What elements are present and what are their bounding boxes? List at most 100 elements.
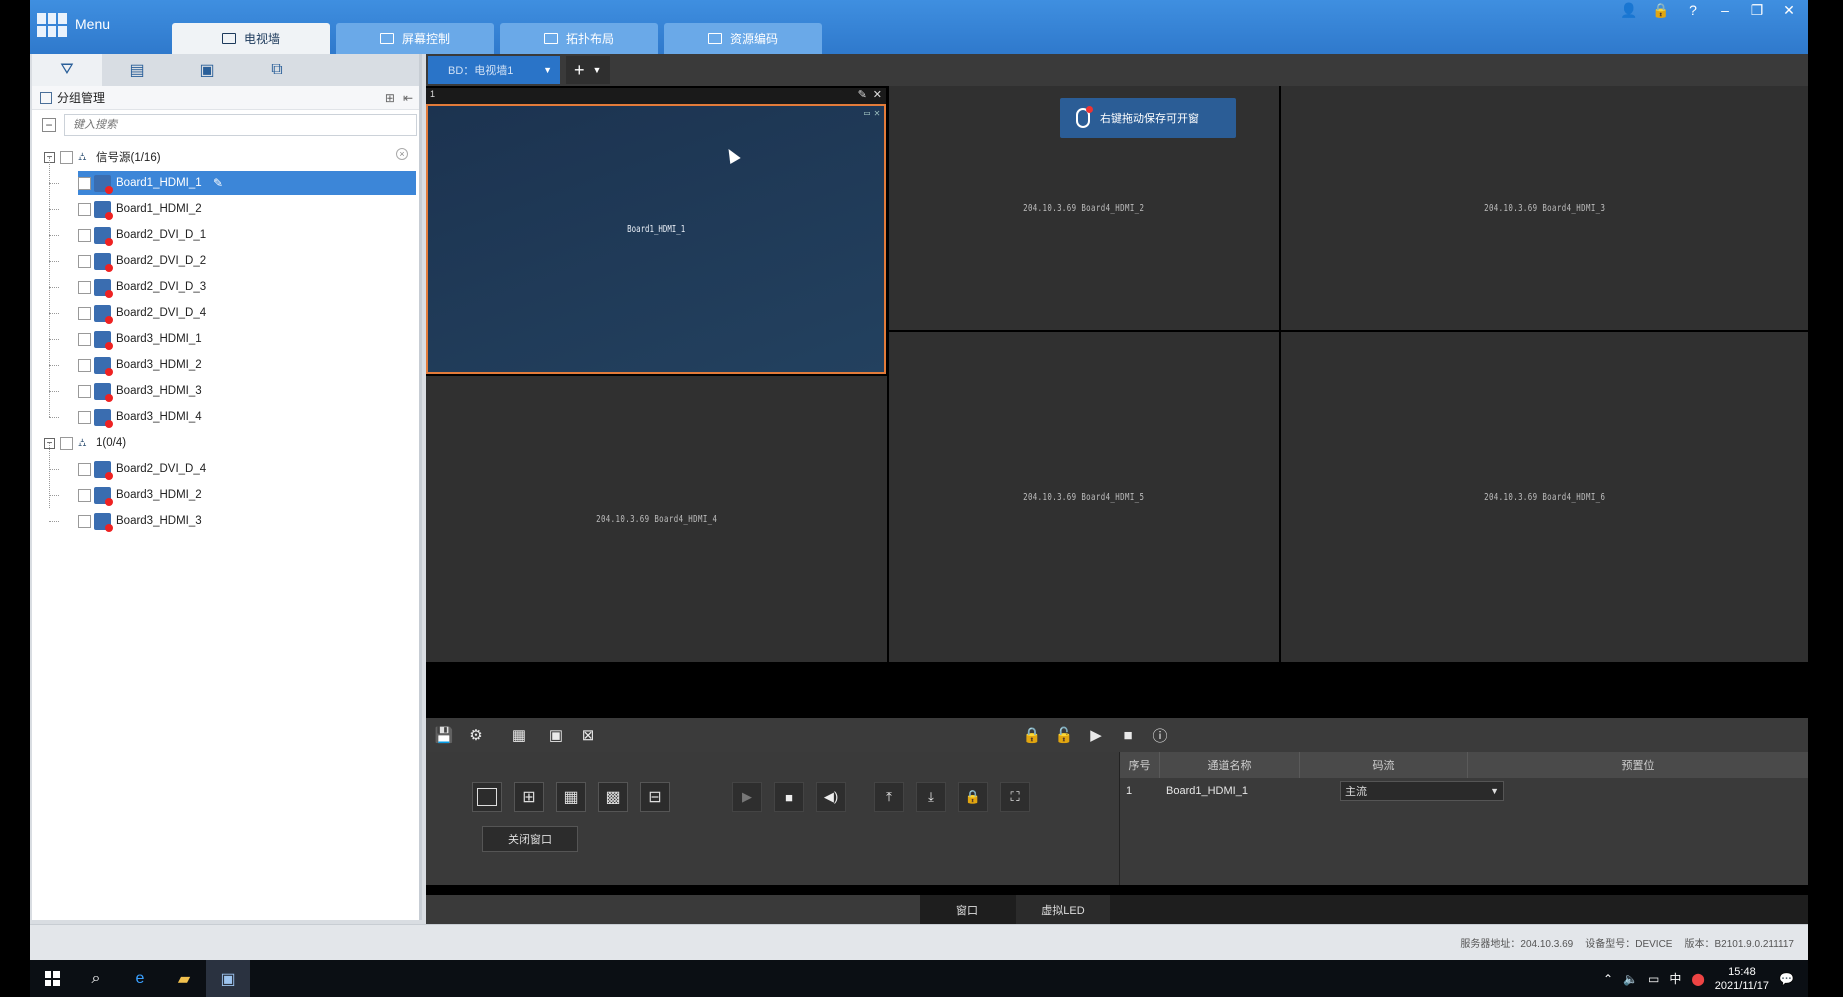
clock[interactable]: 15:48 2021/11/17 bbox=[1715, 965, 1769, 993]
camera-list-icon[interactable]: ▤ bbox=[102, 54, 172, 86]
item-checkbox[interactable] bbox=[78, 332, 91, 346]
tree-item[interactable]: Board2_DVI_D_4 bbox=[32, 300, 419, 326]
tree-item[interactable]: Board1_HDMI_2 bbox=[32, 196, 419, 222]
audio-button[interactable]: ◀) bbox=[816, 782, 846, 812]
tree-item[interactable]: Board3_HDMI_2 bbox=[32, 482, 419, 508]
close-window-button[interactable]: 关闭窗口 bbox=[482, 826, 578, 852]
tree-item[interactable]: Board2_DVI_D_4 bbox=[32, 456, 419, 482]
unlock-icon[interactable]: 🔓 bbox=[1054, 725, 1074, 745]
menu-label[interactable]: Menu bbox=[75, 16, 110, 32]
group-checkbox[interactable] bbox=[60, 150, 73, 164]
lock-icon[interactable]: 🔒 bbox=[1652, 2, 1670, 19]
save-icon[interactable]: 💾 bbox=[434, 725, 454, 745]
stop-icon[interactable]: ■ bbox=[1118, 725, 1138, 745]
menu-grid-icon[interactable] bbox=[37, 13, 67, 37]
item-checkbox[interactable] bbox=[78, 228, 91, 242]
tree-item[interactable]: Board2_DVI_D_1 bbox=[32, 222, 419, 248]
tab-resource[interactable]: 资源编码 bbox=[664, 23, 822, 54]
app-taskbar-icon[interactable]: ▣ bbox=[206, 960, 250, 997]
tree-item[interactable]: Board3_HDMI_2 bbox=[32, 352, 419, 378]
tree-item[interactable]: Board2_DVI_D_2 bbox=[32, 248, 419, 274]
browser-icon[interactable]: e bbox=[118, 960, 162, 997]
layout-2x2-button[interactable]: ⊞ bbox=[514, 782, 544, 812]
search-input[interactable] bbox=[64, 114, 417, 136]
lock-button[interactable]: 🔒 bbox=[958, 782, 988, 812]
volume-icon[interactable]: 🔈 bbox=[1623, 972, 1638, 986]
tab-tv-wall[interactable]: 电视墙 bbox=[172, 23, 330, 54]
open-window[interactable]: 1 ✎ ✕ Board1_HDMI_1 ▭ ✕ bbox=[426, 88, 886, 374]
send-to-bottom-button[interactable]: ⤓ bbox=[916, 782, 946, 812]
wall-cell[interactable]: 204.10.3.69 Board4_HDMI_6 bbox=[1281, 332, 1808, 662]
tv-wall[interactable]: 204.10.3.69 Board4_HDMI_2 204.10.3.69 Bo… bbox=[426, 86, 1808, 662]
collapse-panel-icon[interactable]: ⇤ bbox=[403, 91, 413, 105]
help-icon[interactable]: ? bbox=[1684, 2, 1702, 19]
wall-tab[interactable]: BD：电视墙1 ▼ bbox=[428, 56, 560, 84]
stop-button[interactable]: ■ bbox=[774, 782, 804, 812]
tree-item[interactable]: Board1_HDMI_1 ✎ bbox=[32, 170, 419, 196]
window-body[interactable]: Board1_HDMI_1 ▭ ✕ bbox=[426, 104, 886, 374]
wall-cell[interactable]: 204.10.3.69 Board4_HDMI_4 bbox=[426, 376, 887, 662]
tree-group[interactable]: − ⛼ 1(0/4) bbox=[32, 430, 419, 456]
item-checkbox[interactable] bbox=[78, 202, 91, 216]
ime-indicator[interactable]: 中 bbox=[1669, 970, 1681, 987]
user-icon[interactable]: 👤 bbox=[1620, 2, 1638, 19]
layout-3x3-button[interactable]: ▦ bbox=[556, 782, 586, 812]
close-button[interactable]: ✕ bbox=[1780, 2, 1798, 19]
item-checkbox[interactable] bbox=[78, 306, 91, 320]
notification-icon[interactable]: 💬 bbox=[1779, 972, 1794, 986]
play-icon[interactable]: ▶ bbox=[1086, 725, 1106, 745]
item-checkbox[interactable] bbox=[78, 176, 91, 190]
restore-button[interactable]: ❐ bbox=[1748, 2, 1766, 19]
wall-cell[interactable]: 204.10.3.69 Board4_HDMI_3 bbox=[1281, 86, 1808, 330]
antivirus-icon[interactable]: ⬤ bbox=[1691, 972, 1704, 986]
item-checkbox[interactable] bbox=[78, 514, 91, 528]
settings-icon[interactable]: ⚙ bbox=[466, 725, 486, 745]
layout-custom-button[interactable]: ⊟ bbox=[640, 782, 670, 812]
tree-item[interactable]: Board3_HDMI_4 bbox=[32, 404, 419, 430]
item-checkbox[interactable] bbox=[78, 280, 91, 294]
screen-icon[interactable]: ▣ bbox=[172, 54, 242, 86]
monitor-icon[interactable]: ▭ bbox=[864, 108, 870, 119]
grid-layout-icon[interactable]: ▦ bbox=[504, 725, 534, 745]
minimize-button[interactable]: – bbox=[1716, 2, 1734, 19]
close-icon[interactable]: ✕ bbox=[874, 108, 880, 119]
start-button[interactable] bbox=[30, 960, 74, 997]
search-icon[interactable]: ⌕ bbox=[74, 960, 118, 997]
chevron-up-icon[interactable]: ⌃ bbox=[1603, 972, 1613, 986]
tree-item[interactable]: Board3_HDMI_3 bbox=[32, 508, 419, 534]
item-checkbox[interactable] bbox=[78, 410, 91, 424]
add-group-icon[interactable]: ⊞ bbox=[385, 91, 395, 105]
item-checkbox[interactable] bbox=[78, 384, 91, 398]
layout-4x4-button[interactable]: ▩ bbox=[598, 782, 628, 812]
tab-window[interactable]: 窗口 bbox=[920, 895, 1014, 924]
lock-icon[interactable]: 🔒 bbox=[1022, 725, 1042, 745]
screen-icon[interactable]: ▣ bbox=[546, 725, 566, 745]
tab-topology[interactable]: 拓扑布局 bbox=[500, 23, 658, 54]
close-window-icon[interactable]: ✕ bbox=[873, 88, 882, 101]
network-icon[interactable]: ▭ bbox=[1648, 972, 1659, 986]
stream-select[interactable]: 主流 ▼ bbox=[1340, 781, 1504, 801]
layout-1x1-button[interactable] bbox=[472, 782, 502, 812]
tree-item[interactable]: Board2_DVI_D_3 bbox=[32, 274, 419, 300]
item-checkbox[interactable] bbox=[78, 254, 91, 268]
edit-icon[interactable]: ✎ bbox=[213, 176, 223, 190]
tab-screen-control[interactable]: 屏幕控制 bbox=[336, 23, 494, 54]
wall-cell[interactable]: 204.10.3.69 Board4_HDMI_5 bbox=[889, 332, 1279, 662]
clear-icon[interactable]: ⊠ bbox=[578, 725, 598, 745]
tree-group[interactable]: − ⛼ 信号源(1/16) bbox=[32, 144, 419, 170]
group-checkbox[interactable] bbox=[60, 436, 73, 450]
item-checkbox[interactable] bbox=[78, 358, 91, 372]
item-checkbox[interactable] bbox=[78, 488, 91, 502]
play-button[interactable]: ▶ bbox=[732, 782, 762, 812]
info-icon[interactable]: ⓘ bbox=[1150, 725, 1170, 745]
device-search-icon[interactable]: ⧉ bbox=[242, 54, 312, 86]
item-checkbox[interactable] bbox=[78, 462, 91, 476]
add-wall-button[interactable]: + ▼ bbox=[566, 56, 610, 84]
tab-virtual-led[interactable]: 虚拟LED bbox=[1016, 895, 1110, 924]
bring-to-top-button[interactable]: ⤒ bbox=[874, 782, 904, 812]
fullscreen-button[interactable]: ⛶ bbox=[1000, 782, 1030, 812]
signal-source-icon[interactable]: ⛛ bbox=[32, 54, 102, 86]
tree-item[interactable]: Board3_HDMI_1 bbox=[32, 326, 419, 352]
edit-icon[interactable]: ✎ bbox=[858, 88, 867, 101]
tree-item[interactable]: Board3_HDMI_3 bbox=[32, 378, 419, 404]
